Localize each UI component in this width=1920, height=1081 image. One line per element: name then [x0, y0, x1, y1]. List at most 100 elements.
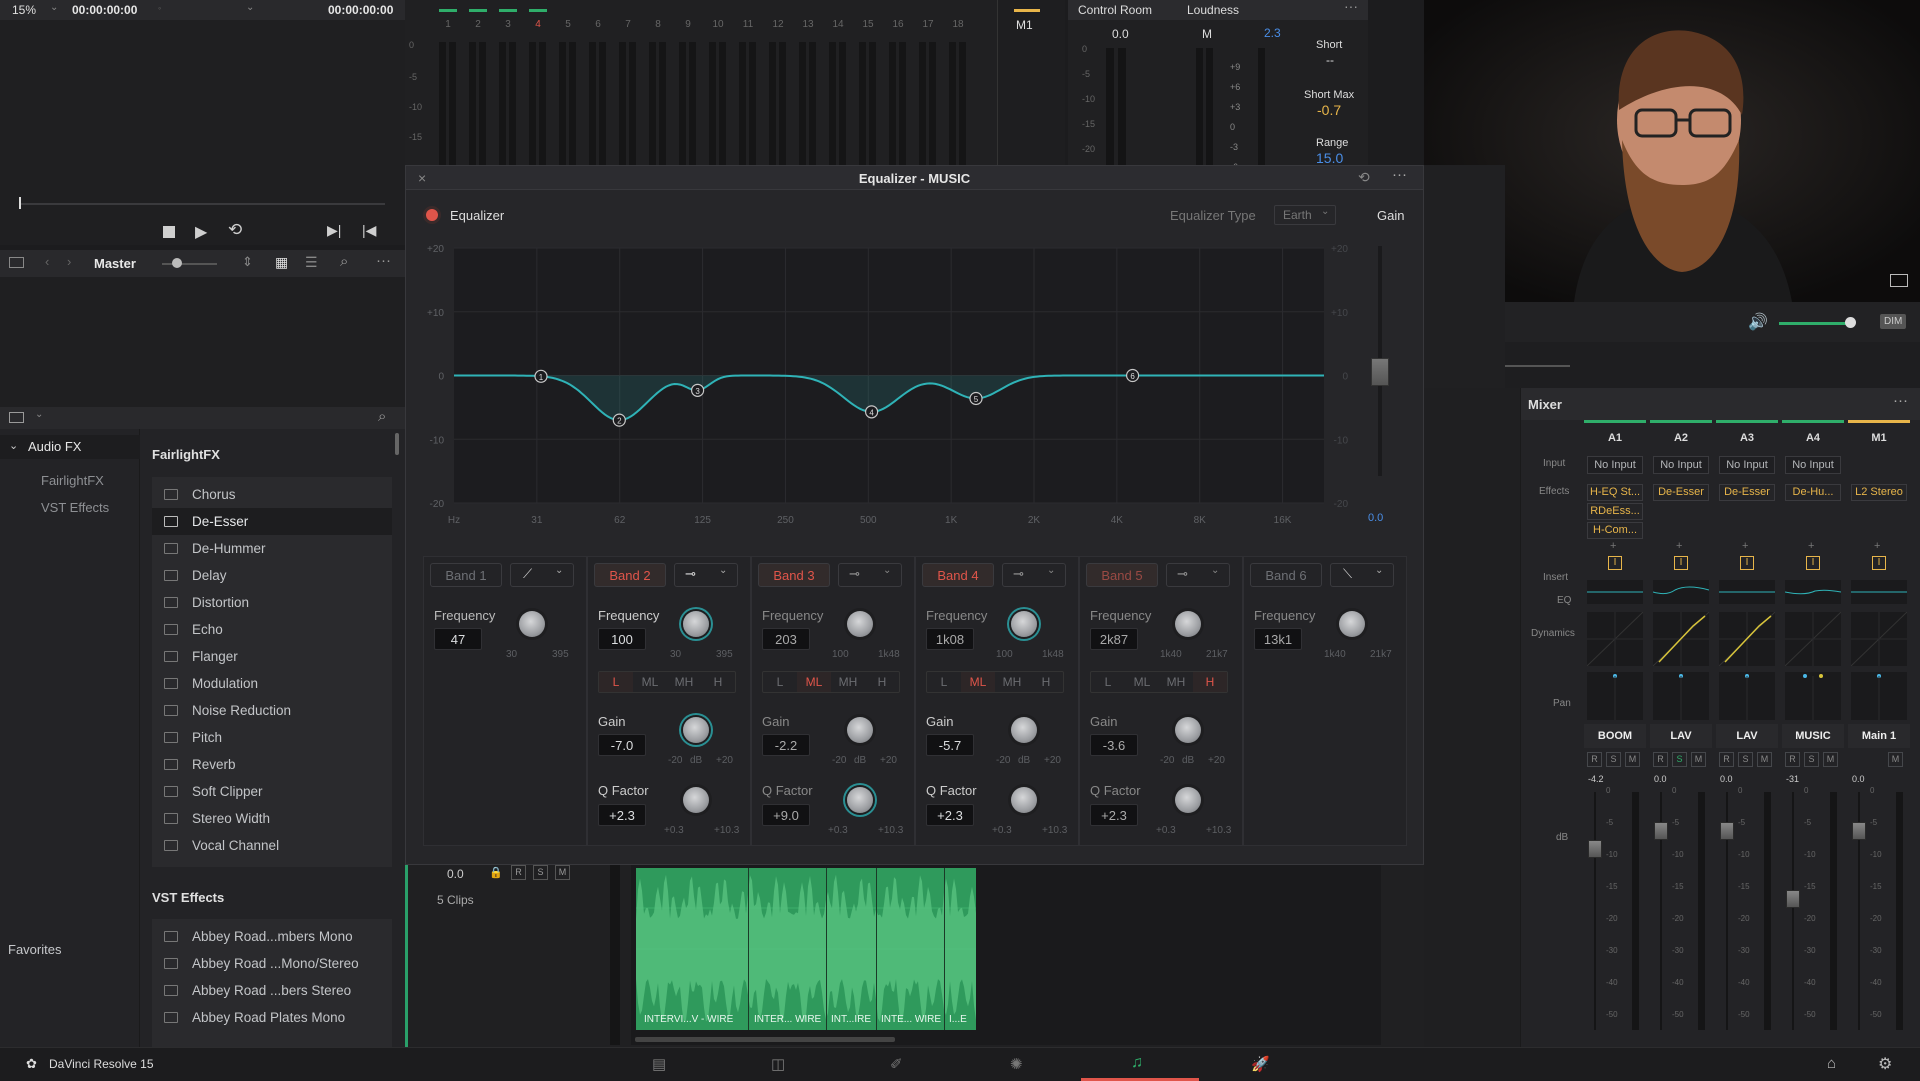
band-3-range-selector[interactable]: L ML MH H: [762, 671, 900, 693]
insert-toggle[interactable]: I: [1872, 556, 1886, 570]
channel-m-button[interactable]: M: [1757, 752, 1772, 767]
band-5-range-selector[interactable]: L ML MH H: [1090, 671, 1228, 693]
eq-thumbnail[interactable]: [1719, 580, 1775, 604]
channel-name[interactable]: MUSIC: [1782, 724, 1844, 748]
band-4-range-selector[interactable]: L ML MH H: [926, 671, 1064, 693]
range-l[interactable]: L: [1091, 672, 1125, 692]
vst-item[interactable]: Abbey Road...mbers Mono: [152, 923, 392, 950]
playhead[interactable]: [19, 197, 21, 209]
fx-item-noise-reduction[interactable]: Noise Reduction: [152, 697, 392, 724]
track-m-button[interactable]: M: [555, 865, 570, 880]
library-toggle-icon[interactable]: [9, 412, 24, 423]
band-5-toggle[interactable]: Band 5: [1086, 563, 1158, 587]
band-5-gain-knob[interactable]: [1175, 717, 1201, 743]
scrub-bar[interactable]: [20, 203, 385, 205]
tree-item-audio-fx[interactable]: ⌄ Audio FX: [0, 435, 140, 459]
channel-r-button[interactable]: R: [1785, 752, 1800, 767]
effect-slot[interactable]: De-Hu...: [1785, 484, 1841, 501]
loudness-more-icon[interactable]: ···: [1344, 0, 1358, 14]
insert-toggle[interactable]: I: [1806, 556, 1820, 570]
effect-slot[interactable]: De-Esser: [1653, 484, 1709, 501]
band-2-gain-value[interactable]: -7.0: [598, 734, 646, 756]
band-6-toggle[interactable]: Band 6: [1250, 563, 1322, 587]
range-l[interactable]: L: [927, 672, 961, 692]
channel-m-button[interactable]: M: [1823, 752, 1838, 767]
band-5-gain-value[interactable]: -3.6: [1090, 734, 1138, 756]
range-l[interactable]: L: [599, 672, 633, 692]
eq-type-dropdown[interactable]: Earth ⌄: [1274, 205, 1336, 225]
deliver-page-icon[interactable]: 🚀: [1251, 1055, 1270, 1073]
prev-icon[interactable]: |◀: [362, 222, 376, 239]
band-1-frequency-value[interactable]: 47: [434, 628, 482, 650]
track-number[interactable]: 11: [733, 19, 763, 30]
dynamics-thumbnail[interactable]: [1785, 612, 1841, 666]
track-number[interactable]: 1: [433, 19, 463, 30]
track-number[interactable]: 12: [763, 19, 793, 30]
dynamics-thumbnail[interactable]: [1851, 612, 1907, 666]
track-number[interactable]: 18: [943, 19, 973, 30]
pan-thumbnail[interactable]: [1785, 672, 1841, 720]
monitor-volume-handle[interactable]: [1845, 317, 1856, 328]
input-selector[interactable]: No Input: [1587, 456, 1643, 474]
stop-icon[interactable]: [163, 226, 175, 238]
band-1-shape-dropdown[interactable]: ⟋ ⌄: [510, 563, 574, 587]
add-effect-icon[interactable]: +: [1742, 540, 1748, 552]
band-2-frequency-knob[interactable]: [683, 611, 709, 637]
channel-name[interactable]: Main 1: [1848, 724, 1910, 748]
pan-thumbnail[interactable]: [1587, 672, 1643, 720]
eq-thumbnail[interactable]: [1653, 580, 1709, 604]
input-selector[interactable]: No Input: [1785, 456, 1841, 474]
track-number[interactable]: 16: [883, 19, 913, 30]
tree-item-favorites[interactable]: Favorites: [8, 942, 61, 957]
add-effect-icon[interactable]: +: [1610, 540, 1616, 552]
vst-item[interactable]: Abbey Road ...bers Stereo: [152, 977, 392, 1004]
range-h[interactable]: H: [1029, 672, 1063, 692]
pan-thumbnail[interactable]: [1653, 672, 1709, 720]
band-2-frequency-value[interactable]: 100: [598, 628, 646, 650]
band-5-q-value[interactable]: +2.3: [1090, 804, 1138, 826]
effect-slot[interactable]: H-EQ St...: [1587, 484, 1643, 501]
channel-r-button[interactable]: R: [1587, 752, 1602, 767]
lock-icon[interactable]: 🔒: [489, 866, 503, 879]
range-mh[interactable]: MH: [995, 672, 1029, 692]
timeline-scrollbar[interactable]: [635, 1037, 895, 1042]
channel-name[interactable]: BOOM: [1584, 724, 1646, 748]
band-2-shape-dropdown[interactable]: ⊸ ⌄: [674, 563, 738, 587]
channel-s-button[interactable]: S: [1738, 752, 1753, 767]
band-3-gain-value[interactable]: -2.2: [762, 734, 810, 756]
track-s-button[interactable]: S: [533, 865, 548, 880]
effect-slot[interactable]: RDeEss...: [1587, 503, 1643, 520]
sort-icon[interactable]: ⇕: [242, 254, 253, 270]
band-4-frequency-value[interactable]: 1k08: [926, 628, 974, 650]
pan-thumbnail[interactable]: [1851, 672, 1907, 720]
pan-thumbnail[interactable]: [1719, 672, 1775, 720]
band-5-frequency-value[interactable]: 2k87: [1090, 628, 1138, 650]
eq-reset-icon[interactable]: ⟲: [1358, 169, 1370, 186]
band-4-q-knob[interactable]: [1011, 787, 1037, 813]
range-h[interactable]: H: [1193, 672, 1227, 692]
band-3-frequency-value[interactable]: 203: [762, 628, 810, 650]
range-ml[interactable]: ML: [961, 672, 995, 692]
fx-item-chorus[interactable]: Chorus: [152, 481, 392, 508]
clip-label[interactable]: INTER... WIRE: [754, 1014, 821, 1025]
fx-item-modulation[interactable]: Modulation: [152, 670, 392, 697]
range-ml[interactable]: ML: [633, 672, 667, 692]
insert-toggle[interactable]: I: [1608, 556, 1622, 570]
output-slider[interactable]: [162, 263, 217, 265]
fx-item-distortion[interactable]: Distortion: [152, 589, 392, 616]
band-4-toggle[interactable]: Band 4: [922, 563, 994, 587]
insert-toggle[interactable]: I: [1740, 556, 1754, 570]
fx-item-de-esser[interactable]: De-Esser: [152, 508, 392, 535]
track-number[interactable]: 6: [583, 19, 613, 30]
forward-icon[interactable]: ›: [67, 254, 71, 269]
loop-icon[interactable]: ⟲: [228, 220, 242, 240]
band-6-shape-dropdown[interactable]: ⟍ ⌄: [1330, 563, 1394, 587]
channel-s-button[interactable]: S: [1804, 752, 1819, 767]
fx-item-vocal-channel[interactable]: Vocal Channel: [152, 832, 392, 859]
effect-slot[interactable]: L2 Stereo: [1851, 484, 1907, 501]
channel-name[interactable]: LAV: [1716, 724, 1778, 748]
fx-item-stereo-width[interactable]: Stereo Width: [152, 805, 392, 832]
channel-r-button[interactable]: R: [1719, 752, 1734, 767]
band-6-frequency-knob[interactable]: [1339, 611, 1365, 637]
vst-item[interactable]: Abbey Road Plates Mono: [152, 1004, 392, 1031]
